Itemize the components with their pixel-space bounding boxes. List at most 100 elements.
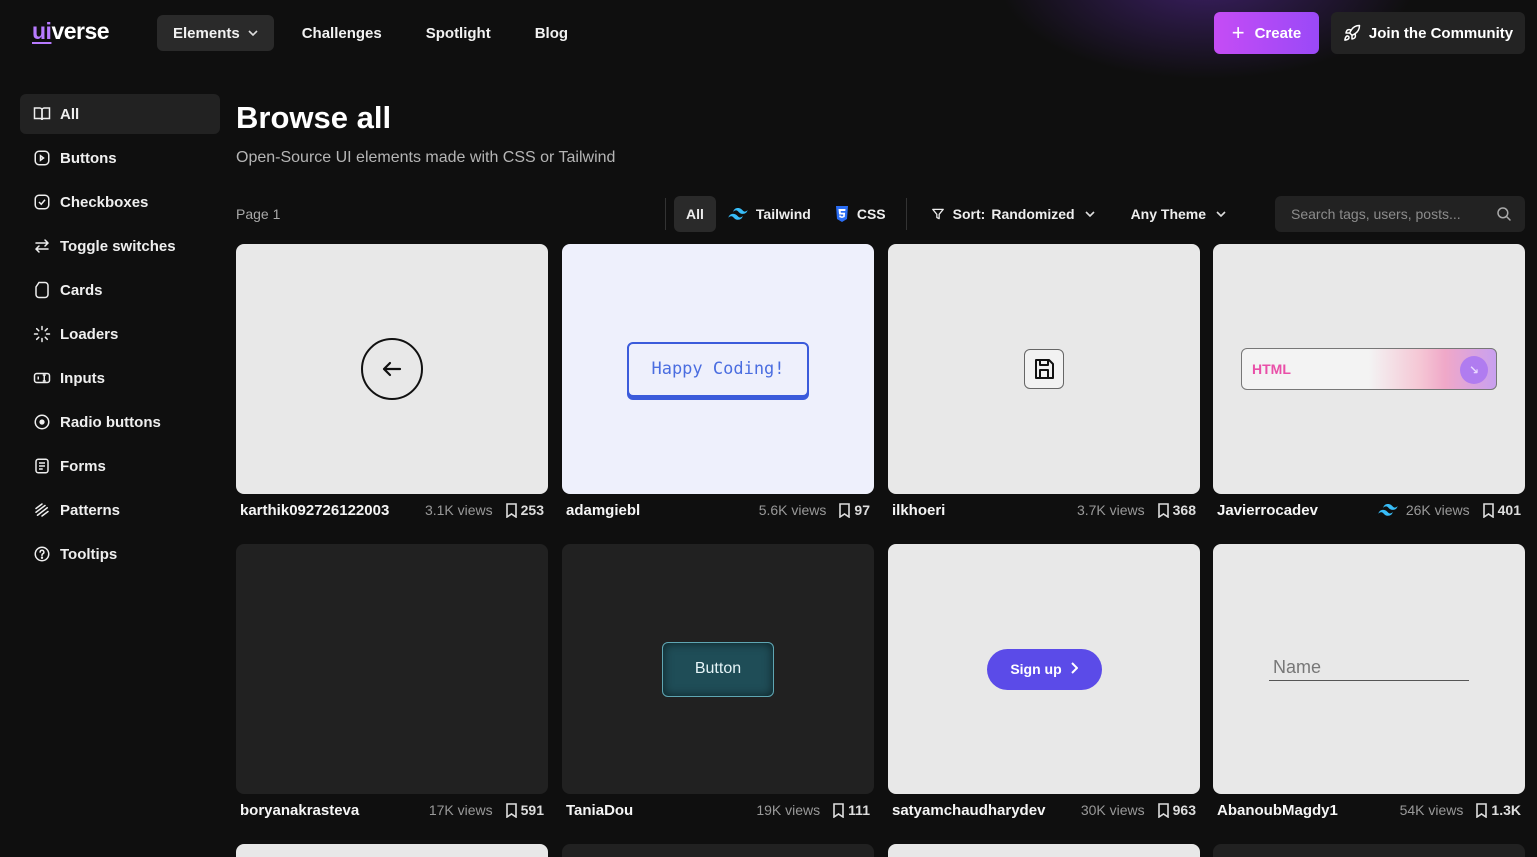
- element-card[interactable]: boryanakrasteva 17K views 591: [236, 544, 548, 826]
- card-preview[interactable]: [888, 244, 1200, 494]
- join-community-label: Join the Community: [1368, 24, 1514, 42]
- element-card-partial[interactable]: [236, 844, 548, 857]
- nav-spotlight[interactable]: Spotlight: [410, 15, 507, 51]
- element-card-partial[interactable]: [1213, 844, 1525, 857]
- card-saves-count: 591: [520, 802, 544, 818]
- html-label: HTML: [1252, 361, 1291, 377]
- sidebar-item-cards[interactable]: Cards: [20, 270, 220, 310]
- filter-tailwind-label: Tailwind: [755, 206, 811, 222]
- css-icon: [835, 206, 848, 222]
- card-preview[interactable]: Button: [562, 544, 874, 794]
- card-preview[interactable]: Happy Coding!: [562, 244, 874, 494]
- element-card[interactable]: Sign up satyamchaudharydev 30K views 963: [888, 544, 1200, 826]
- card-author[interactable]: karthik092726122003: [240, 502, 425, 519]
- nav-challenges[interactable]: Challenges: [286, 15, 398, 51]
- sidebar-item-toggle-switches[interactable]: Toggle switches: [20, 226, 220, 266]
- sort-value: Randomized: [991, 206, 1075, 222]
- element-card[interactable]: ilkhoeri 3.7K views 368: [888, 244, 1200, 526]
- save-button[interactable]: [1024, 349, 1064, 389]
- card-author[interactable]: ilkhoeri: [892, 502, 1077, 519]
- sidebar-item-loaders[interactable]: Loaders: [20, 314, 220, 354]
- sidebar-item-radio-buttons[interactable]: Radio buttons: [20, 402, 220, 442]
- checkbox-icon: [32, 192, 52, 212]
- search-icon[interactable]: [1495, 205, 1513, 228]
- tailwind-icon: [1378, 504, 1398, 516]
- html-input-bar[interactable]: HTML ↘: [1241, 348, 1497, 390]
- filter-divider: [665, 198, 666, 230]
- card-author[interactable]: satyamchaudharydev: [892, 802, 1081, 819]
- sidebar-item-forms[interactable]: Forms: [20, 446, 220, 486]
- logo-ui-part: ui: [32, 18, 52, 44]
- card-saves[interactable]: 253: [505, 502, 544, 518]
- sign-up-label: Sign up: [1010, 661, 1062, 677]
- card-saves[interactable]: 1.3K: [1475, 802, 1521, 818]
- arrow-circle-icon[interactable]: ↘: [1460, 356, 1488, 384]
- card-saves[interactable]: 591: [505, 802, 544, 818]
- nav-elements-dropdown[interactable]: Elements: [157, 15, 274, 51]
- sidebar-item-label: Patterns: [60, 501, 121, 519]
- sidebar-item-label: Tooltips: [60, 545, 118, 563]
- card-meta: boryanakrasteva 17K views 591: [236, 794, 548, 826]
- sidebar-item-tooltips[interactable]: Tooltips: [20, 534, 220, 574]
- element-card[interactable]: Button TaniaDou 19K views 111: [562, 544, 874, 826]
- uiverse-logo[interactable]: uiverse: [32, 18, 110, 45]
- sort-dropdown[interactable]: Sort: Randomized: [919, 196, 1115, 232]
- card-saves[interactable]: 111: [832, 802, 870, 818]
- theme-label: Any Theme: [1130, 206, 1207, 222]
- element-card[interactable]: Happy Coding! adamgiebl 5.6K views 97: [562, 244, 874, 526]
- sidebar-item-all[interactable]: All: [20, 94, 220, 134]
- sidebar-item-patterns[interactable]: Patterns: [20, 490, 220, 530]
- theme-dropdown[interactable]: Any Theme: [1119, 196, 1246, 232]
- nav-blog[interactable]: Blog: [519, 15, 584, 51]
- logo-verse-part: verse: [51, 18, 110, 44]
- join-community-button[interactable]: Join the Community: [1331, 12, 1525, 54]
- card-author[interactable]: TaniaDou: [566, 802, 756, 819]
- sidebar-item-inputs[interactable]: Inputs: [20, 358, 220, 398]
- card-author[interactable]: boryanakrasteva: [240, 802, 429, 819]
- element-card[interactable]: karthik092726122003 3.1K views 253: [236, 244, 548, 526]
- card-views: 5.6K views: [758, 502, 827, 518]
- card-author[interactable]: adamgiebl: [566, 502, 759, 519]
- card-views: 54K views: [1399, 802, 1464, 818]
- element-card[interactable]: AbanoubMagdy1 54K views 1.3K: [1213, 544, 1525, 826]
- sign-up-button[interactable]: Sign up: [986, 648, 1102, 690]
- bookmark-icon: [1157, 502, 1169, 518]
- back-arrow-button[interactable]: [361, 338, 423, 400]
- card-icon: [32, 280, 52, 300]
- card-author[interactable]: Javierrocadev: [1217, 502, 1378, 519]
- card-saves[interactable]: 401: [1482, 502, 1521, 518]
- card-views: 26K views: [1405, 502, 1470, 518]
- card-saves[interactable]: 97: [838, 502, 870, 518]
- card-preview[interactable]: [236, 544, 548, 794]
- floppy-disk-icon: [1035, 359, 1054, 379]
- filter-all[interactable]: All: [674, 196, 716, 232]
- bookmark-icon: [1476, 802, 1488, 818]
- search-input[interactable]: [1291, 206, 1491, 222]
- filter-css[interactable]: CSS: [823, 196, 898, 232]
- name-input[interactable]: [1273, 657, 1465, 678]
- card-saves[interactable]: 368: [1157, 502, 1196, 518]
- card-saves-count: 368: [1172, 502, 1196, 518]
- card-preview[interactable]: [236, 244, 548, 494]
- element-card-partial[interactable]: [562, 844, 874, 857]
- filter-tailwind[interactable]: Tailwind: [716, 196, 823, 232]
- card-saves[interactable]: 963: [1157, 802, 1196, 818]
- page-title: Browse all: [236, 100, 392, 135]
- element-card-partial[interactable]: [888, 844, 1200, 857]
- card-meta: satyamchaudharydev 30K views 963: [888, 794, 1200, 826]
- card-preview[interactable]: Sign up: [888, 544, 1200, 794]
- bookmark-icon: [1157, 802, 1169, 818]
- create-button[interactable]: + Create: [1214, 12, 1319, 54]
- happy-coding-button[interactable]: Happy Coding!: [627, 341, 809, 397]
- card-preview[interactable]: HTML ↘: [1213, 244, 1525, 494]
- name-field: [1269, 657, 1469, 681]
- card-author[interactable]: AbanoubMagdy1: [1217, 802, 1400, 819]
- glass-button[interactable]: Button: [662, 641, 774, 697]
- sidebar-item-label: Inputs: [60, 369, 105, 387]
- sidebar-item-buttons[interactable]: Buttons: [20, 138, 220, 178]
- element-card[interactable]: HTML ↘ Javierrocadev 26K views 401: [1213, 244, 1525, 526]
- card-preview[interactable]: [1213, 544, 1525, 794]
- card-meta: AbanoubMagdy1 54K views 1.3K: [1213, 794, 1525, 826]
- chevron-down-icon: [1084, 209, 1103, 220]
- sidebar-item-checkboxes[interactable]: Checkboxes: [20, 182, 220, 222]
